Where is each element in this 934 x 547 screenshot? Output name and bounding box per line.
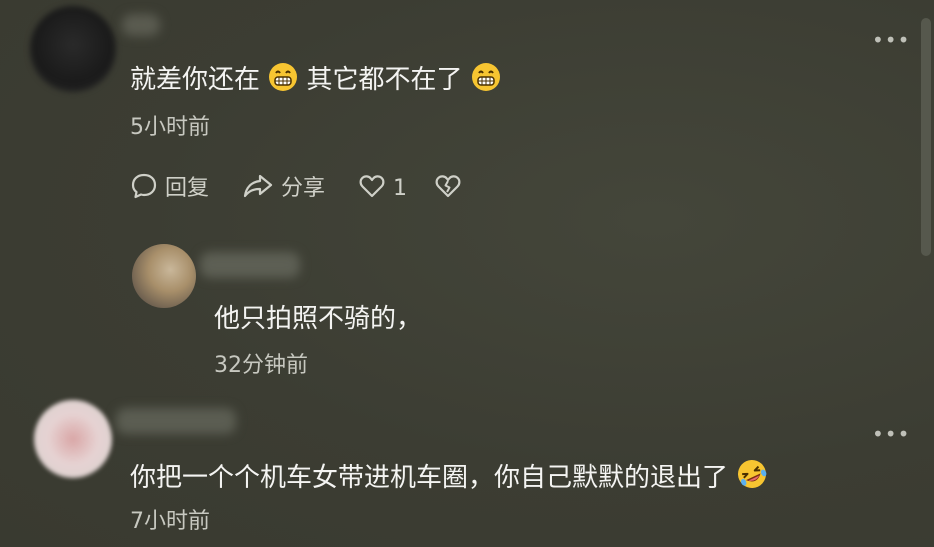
like-button[interactable]: 1 xyxy=(358,172,407,206)
like-count: 1 xyxy=(393,176,407,201)
dislike-button[interactable] xyxy=(434,172,462,206)
comment-text-part1: 就差你还在 xyxy=(130,65,261,95)
username-blurred[interactable] xyxy=(122,14,160,36)
avatar[interactable] xyxy=(30,6,116,92)
username-blurred[interactable] xyxy=(200,252,300,278)
comment-text: 就差你还在 其它都不在了 xyxy=(130,62,501,97)
heart-icon xyxy=(359,175,385,198)
avatar[interactable] xyxy=(34,400,112,478)
reply-button[interactable]: 回复 xyxy=(130,172,209,206)
more-options-button[interactable]: ••• xyxy=(872,28,910,52)
grin-icon xyxy=(269,63,298,91)
timestamp: 32分钟前 xyxy=(214,353,308,378)
timestamp: 7小时前 xyxy=(130,509,210,534)
comment-text-part2: 其它都不在了 xyxy=(306,65,463,95)
username-blurred[interactable] xyxy=(116,408,236,434)
comment-text-body: 你把一个个机车女带进机车圈，你自己默默的退出了 xyxy=(130,463,729,493)
more-options-button[interactable]: ••• xyxy=(872,422,910,446)
broken-heart-icon xyxy=(435,175,461,198)
share-arrow-icon xyxy=(243,174,273,198)
grin-icon xyxy=(471,63,500,91)
scrollbar[interactable] xyxy=(921,18,931,256)
rofl-icon xyxy=(738,460,767,488)
share-label: 分享 xyxy=(281,176,326,201)
avatar[interactable] xyxy=(132,244,196,308)
comment-text: 他只拍照不骑的， xyxy=(214,304,423,334)
timestamp: 5小时前 xyxy=(130,115,210,140)
comment-bubble-icon xyxy=(131,173,157,199)
reply-label: 回复 xyxy=(165,176,210,201)
comment-text: 你把一个个机车女带进机车圈，你自己默默的退出了 xyxy=(130,458,768,495)
share-button[interactable]: 分享 xyxy=(242,172,325,206)
